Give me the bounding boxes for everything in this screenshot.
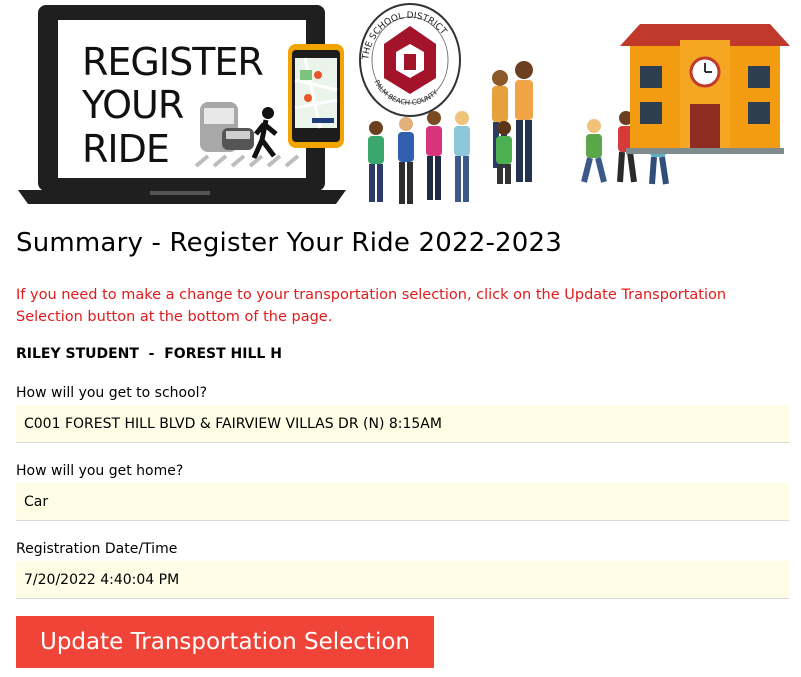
student-school-heading: RILEY STUDENT - FOREST HILL H — [16, 346, 282, 362]
to-school-label: How will you get to school? — [16, 385, 207, 401]
change-notice: If you need to make a change to your tra… — [16, 287, 727, 325]
to-home-label: How will you get home? — [16, 463, 184, 479]
update-transportation-button[interactable]: Update Transportation Selection — [16, 616, 434, 668]
school-district-seal: THE SCHOOL DISTRICT PALM BEACH COUNTY — [359, 3, 461, 117]
laptop-illustration: REGISTER YOUR RIDE — [18, 5, 346, 204]
to-home-value: Car — [16, 483, 789, 521]
laptop-title-line-1: REGISTER — [82, 40, 263, 84]
phone-map-icon — [288, 44, 344, 148]
header-banner: REGISTER YOUR RIDE THE SCHOOL DISTRICT P… — [0, 0, 801, 212]
registration-datetime-label: Registration Date/Time — [16, 541, 178, 557]
registration-datetime-value: 7/20/2022 4:40:04 PM — [16, 561, 789, 599]
laptop-title-line-2: YOUR — [81, 83, 184, 127]
laptop-title-line-3: RIDE — [82, 127, 169, 171]
page-title: Summary - Register Your Ride 2022-2023 — [16, 228, 563, 258]
to-school-value: C001 FOREST HILL BLVD & FAIRVIEW VILLAS … — [16, 405, 789, 443]
school-building-illustration — [620, 24, 790, 154]
